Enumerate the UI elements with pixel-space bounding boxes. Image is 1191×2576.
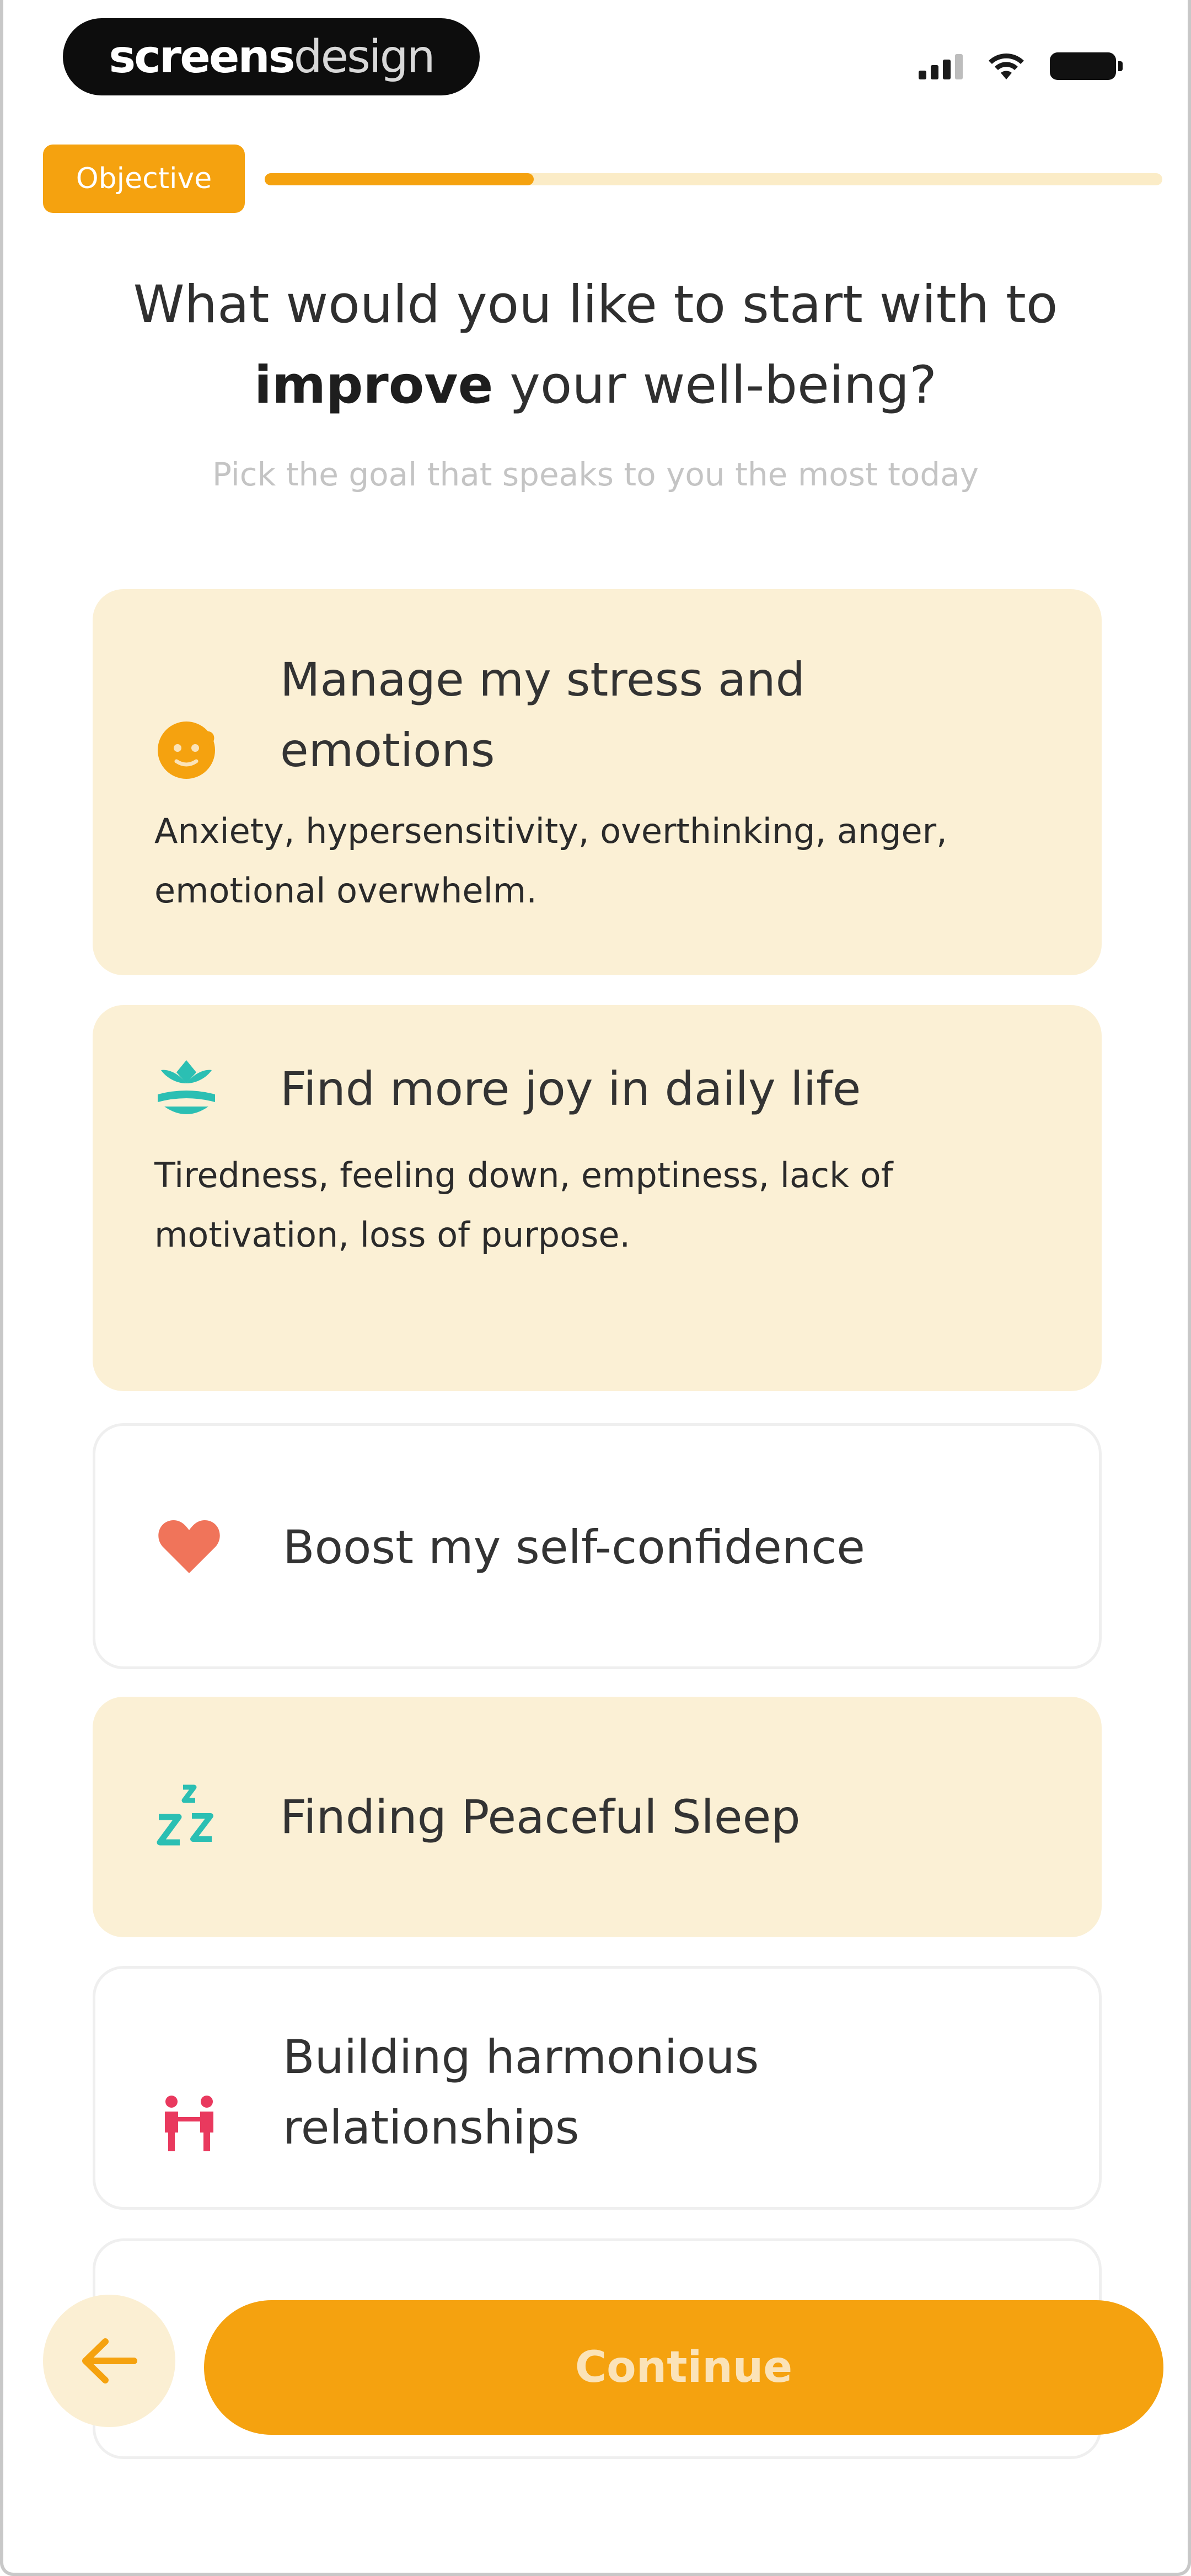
option-card-confidence[interactable]: Boost my self-confidence: [93, 1423, 1102, 1669]
brand-logo-light: design: [293, 30, 436, 83]
people-icon: [156, 2091, 222, 2157]
brand-logo: screens design: [63, 18, 480, 95]
question-line-2: your well-being?: [493, 355, 937, 415]
bottom-action-bar: Continue: [3, 2278, 1188, 2444]
option-description: Anxiety, hypersensitivity, overthinking,…: [154, 811, 947, 911]
option-card-joy[interactable]: Find more joy in daily life Tiredness, f…: [93, 1005, 1102, 1391]
question-emphasis: improve: [254, 355, 493, 415]
option-card-sleep[interactable]: Finding Peaceful Sleep: [93, 1697, 1102, 1937]
option-description: Tiredness, feeling down, emptiness, lack…: [154, 1155, 893, 1255]
objective-tag: Objective: [43, 145, 245, 213]
status-icons: [919, 50, 1123, 83]
progress-row: Objective: [43, 145, 1162, 213]
option-title: Manage my stress and emotions: [280, 653, 805, 777]
progress-track: [265, 173, 1162, 185]
progress-fill: [265, 173, 534, 185]
option-title: Boost my self-confidence: [283, 1520, 865, 1574]
wifi-icon: [989, 54, 1024, 79]
question-line-1: What would you like to start with to: [133, 275, 1058, 335]
option-card-relationships[interactable]: Building harmonious relationships: [93, 1966, 1102, 2210]
battery-icon: [1050, 52, 1123, 80]
face-emotion-icon: [153, 716, 219, 782]
lotus-icon: [153, 1056, 219, 1122]
brand-logo-bold: screens: [109, 30, 295, 83]
option-title: Find more joy in daily life: [280, 1062, 861, 1116]
page-subtitle: Pick the goal that speaks to you the mos…: [212, 456, 979, 493]
arrow-left-icon: [82, 2338, 137, 2383]
sleep-zzz-icon: [153, 1784, 219, 1850]
option-title: Finding Peaceful Sleep: [280, 1790, 801, 1844]
option-title: Building harmonious relationships: [283, 2030, 759, 2155]
continue-button[interactable]: Continue: [204, 2300, 1163, 2435]
signal-icon: [919, 53, 963, 79]
heart-icon: [156, 1513, 222, 1579]
app-frame: screens design Objective What would you l…: [0, 0, 1191, 2576]
page-question: What would you like to start with to imp…: [3, 265, 1188, 426]
status-bar: screens design: [3, 0, 1188, 110]
back-button[interactable]: [43, 2295, 175, 2427]
option-card-stress[interactable]: Manage my stress and emotions Anxiety, h…: [93, 589, 1102, 975]
